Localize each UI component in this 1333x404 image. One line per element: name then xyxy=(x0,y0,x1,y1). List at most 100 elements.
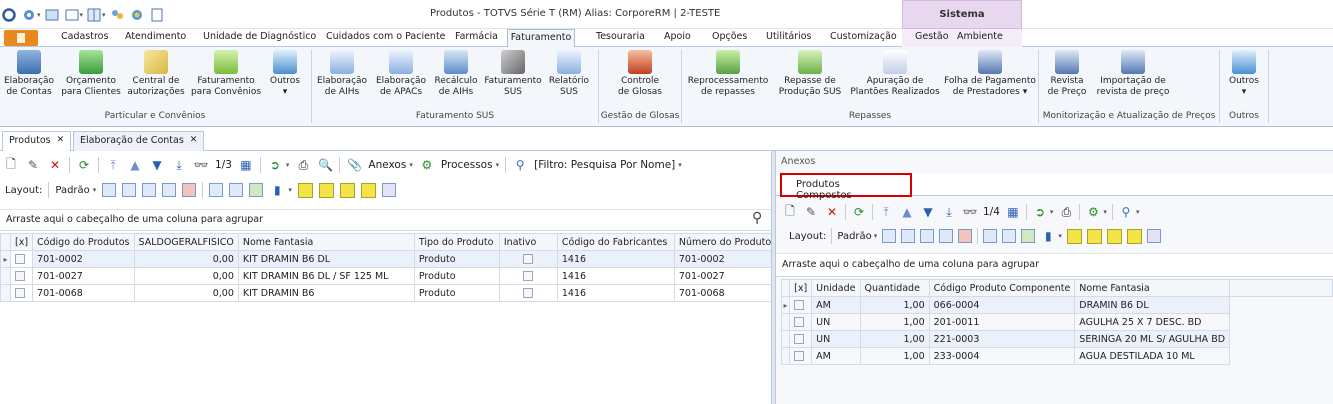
view-icon[interactable] xyxy=(1066,228,1082,244)
calendar-icon[interactable]: ▦ xyxy=(1005,204,1021,220)
apuracao-plantoes-button[interactable]: Apuração de Plantões Realizados xyxy=(848,50,942,98)
context-tab-sistema[interactable]: Sistema xyxy=(902,0,1022,29)
first-record-icon[interactable]: ⤒ xyxy=(878,204,894,220)
view-icon[interactable] xyxy=(339,182,355,198)
grid-icon[interactable] xyxy=(209,183,224,197)
group-by-area[interactable]: Arraste aqui o cabeçalho de uma coluna p… xyxy=(776,253,1333,277)
table-row[interactable]: ▸ 701-0002 0,00 KIT DRAMIN B6 DL Produto… xyxy=(0,250,780,268)
binoculars-icon[interactable]: 👓 xyxy=(962,204,978,220)
processos-menu[interactable]: Processos xyxy=(441,159,493,171)
tab-customizacao[interactable]: Customização xyxy=(830,31,897,42)
column-header[interactable]: SALDOGERALFISICO xyxy=(133,233,239,251)
outros-button[interactable]: Outros ▾ xyxy=(1222,50,1266,98)
view-icon[interactable] xyxy=(1086,228,1102,244)
calendar-icon[interactable]: ▦ xyxy=(238,157,254,173)
close-icon[interactable]: ✕ xyxy=(57,135,65,148)
folha-pagamento-button[interactable]: Folha de Pagamento de Prestadores ▾ xyxy=(944,50,1036,98)
grid-red-icon[interactable] xyxy=(958,229,973,243)
edit-icon[interactable]: ✎ xyxy=(25,157,41,173)
grid-red-icon[interactable] xyxy=(182,183,197,197)
chart-icon[interactable]: ▮ xyxy=(1040,228,1056,244)
tab-elaboracao-contas[interactable]: Elaboração de Contas ✕ xyxy=(73,131,205,151)
font-icon[interactable] xyxy=(381,183,396,197)
grid-green-icon[interactable] xyxy=(1021,229,1036,243)
grid-icon[interactable] xyxy=(122,183,137,197)
chevron-down-icon[interactable]: ▾ xyxy=(1050,208,1054,216)
column-header[interactable]: Tipo do Produto xyxy=(413,233,500,251)
tab-gestao[interactable]: Gestão xyxy=(915,31,949,42)
table-row[interactable]: UN 1,00 201-0011 AGULHA 25 X 7 DESC. BD xyxy=(780,313,1333,331)
column-header[interactable]: Código Produto Componente xyxy=(928,279,1076,297)
window-icon[interactable] xyxy=(43,6,61,24)
search-icon[interactable]: ⚲ xyxy=(752,210,762,226)
importacao-revista-button[interactable]: Importação de revista de preço xyxy=(1092,50,1174,98)
users-icon[interactable] xyxy=(108,6,126,24)
grid-icon[interactable] xyxy=(142,183,157,197)
tab-apoio[interactable]: Apoio xyxy=(664,31,691,42)
tab-cuidados-paciente[interactable]: Cuidados com o Paciente xyxy=(326,31,446,42)
tile-icon[interactable] xyxy=(85,6,103,24)
grid-icon[interactable] xyxy=(901,229,916,243)
tab-produtos-compostos[interactable]: Produtos Compostos xyxy=(780,173,912,201)
column-header[interactable]: Número do Produto xyxy=(673,233,780,251)
column-header[interactable]: [x] xyxy=(789,279,813,297)
column-header[interactable]: Nome Fantasia xyxy=(237,233,415,251)
close-icon[interactable]: ✕ xyxy=(190,135,198,148)
column-header[interactable]: Nome Fantasia xyxy=(1074,279,1231,297)
export-icon[interactable]: ➲ xyxy=(1032,204,1048,220)
processos-icon[interactable]: ⚙ xyxy=(419,157,435,173)
inativo-checkbox[interactable] xyxy=(523,254,534,264)
chevron-down-icon[interactable]: ▾ xyxy=(678,161,682,169)
new-icon[interactable]: 🗋 xyxy=(782,204,798,220)
column-header[interactable]: Código do Produtos xyxy=(32,233,135,251)
next-record-icon[interactable]: ▼ xyxy=(920,204,936,220)
processos-icon[interactable]: ⚙ xyxy=(1085,204,1101,220)
previous-record-icon[interactable]: ▲ xyxy=(899,204,915,220)
chevron-down-icon[interactable]: ▾ xyxy=(288,186,292,194)
column-header[interactable]: Código do Fabricantes xyxy=(556,233,675,251)
grid-icon[interactable] xyxy=(162,183,177,197)
row-checkbox[interactable] xyxy=(15,271,25,281)
view-icon[interactable] xyxy=(297,182,313,198)
elaboracao-apacs-button[interactable]: Elaboração de APACs xyxy=(373,50,429,98)
file-menu-button[interactable] xyxy=(4,30,38,46)
tab-utilitarios[interactable]: Utilitários xyxy=(766,31,811,42)
filter-icon[interactable]: ⚲ xyxy=(512,157,528,173)
chevron-down-icon[interactable]: ▾ xyxy=(80,11,84,19)
document-icon[interactable] xyxy=(148,6,166,24)
faturamento-sus-button[interactable]: Faturamento SUS xyxy=(483,50,543,98)
previous-record-icon[interactable]: ▲ xyxy=(127,157,143,173)
group-by-area[interactable]: Arraste aqui o cabeçalho de uma coluna p… xyxy=(0,209,771,231)
tab-faturamento[interactable]: Faturamento xyxy=(507,29,575,48)
last-record-icon[interactable]: ⤓ xyxy=(941,204,957,220)
layout-preset-dropdown[interactable]: Padrão xyxy=(837,231,871,242)
inativo-checkbox[interactable] xyxy=(523,271,534,281)
chevron-down-icon[interactable]: ▾ xyxy=(286,161,290,169)
column-header[interactable]: [x] xyxy=(9,233,34,251)
filter-selector[interactable]: [Filtro: Pesquisa Por Nome] xyxy=(534,159,675,171)
row-checkbox[interactable] xyxy=(794,334,805,344)
print-icon[interactable]: ⎙ xyxy=(295,157,311,173)
chevron-down-icon[interactable]: ▾ xyxy=(102,11,106,19)
grid-green-icon[interactable] xyxy=(249,183,264,197)
controle-glosas-button[interactable]: Controle de Glosas xyxy=(600,50,680,98)
view-icon[interactable] xyxy=(318,182,334,198)
table-row[interactable]: ▸ AM 1,00 066-0004 DRAMIN B6 DL xyxy=(780,296,1333,314)
column-header[interactable]: Quantidade xyxy=(859,279,930,297)
reprocessamento-repasses-button[interactable]: Reprocessamento de repasses xyxy=(684,50,772,98)
first-record-icon[interactable]: ⤒ xyxy=(105,157,121,173)
tab-tesouraria[interactable]: Tesouraria xyxy=(596,31,645,42)
view-icon[interactable] xyxy=(360,182,376,198)
search-globe-icon[interactable] xyxy=(128,6,146,24)
inativo-checkbox[interactable] xyxy=(523,288,534,298)
table-row[interactable]: 701-0068 0,00 KIT DRAMIN B6 Produto 1416… xyxy=(0,284,780,302)
refresh-icon[interactable]: ⟳ xyxy=(76,157,92,173)
grid-icon[interactable] xyxy=(939,229,954,243)
row-checkbox[interactable] xyxy=(15,254,25,264)
view-icon[interactable] xyxy=(1126,228,1142,244)
table-row[interactable]: UN 1,00 221-0003 SERINGA 20 ML S/ AGULHA… xyxy=(780,330,1333,348)
paperclip-icon[interactable]: 📎 xyxy=(346,157,362,173)
grid-icon[interactable] xyxy=(102,183,117,197)
grid-icon[interactable] xyxy=(882,229,897,243)
tab-farmacia[interactable]: Farmácia xyxy=(455,31,498,42)
